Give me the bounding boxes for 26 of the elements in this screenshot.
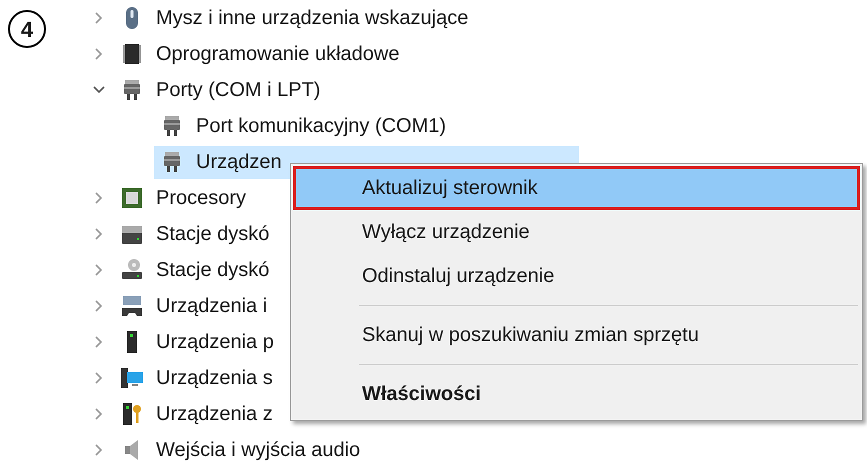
tree-item-label[interactable]: Port komunikacyjny (COM1) (196, 111, 446, 141)
tower-key-icon (120, 402, 144, 426)
menu-item[interactable]: Aktualizuj sterownik (293, 166, 860, 210)
keyboard-gamepad-icon (120, 294, 144, 318)
processor-icon (120, 186, 144, 210)
tree-row[interactable]: Port komunikacyjny (COM1) (154, 110, 579, 142)
tree-item-label[interactable]: Wejścia i wyjścia audio (156, 435, 360, 465)
tree-item-label[interactable]: Oprogramowanie układowe (156, 39, 400, 69)
tree-item-label[interactable]: Urządzenia p (156, 327, 274, 357)
menu-item[interactable]: Odinstaluj urządzenie (293, 254, 860, 298)
step-number-badge: 4 (8, 10, 46, 48)
tree-item-label[interactable]: Porty (COM i LPT) (156, 75, 320, 105)
tree-item-label[interactable]: Urządzenia z (156, 399, 273, 429)
tree-item-label[interactable]: Urządzenia i (156, 291, 268, 321)
menu-item[interactable]: Wyłącz urządzenie (293, 210, 860, 254)
menu-item[interactable]: Skanuj w poszukiwaniu zmian sprzętu (293, 313, 860, 357)
chip-icon (120, 42, 144, 66)
tree-item-label[interactable]: Urządzenia s (156, 363, 273, 393)
tree-item-label[interactable]: Procesory (156, 183, 246, 213)
tree-item-label[interactable]: Urządzen (196, 147, 282, 177)
tree-item-label[interactable]: Stacje dyskó (156, 255, 270, 285)
menu-item[interactable]: Właściwości (293, 372, 860, 416)
tree-item-label[interactable]: Stacje dyskó (156, 219, 270, 249)
computer-icon (120, 366, 144, 390)
tree-item-label[interactable]: Mysz i inne urządzenia wskazujące (156, 3, 468, 33)
disc-drive-icon (120, 258, 144, 282)
